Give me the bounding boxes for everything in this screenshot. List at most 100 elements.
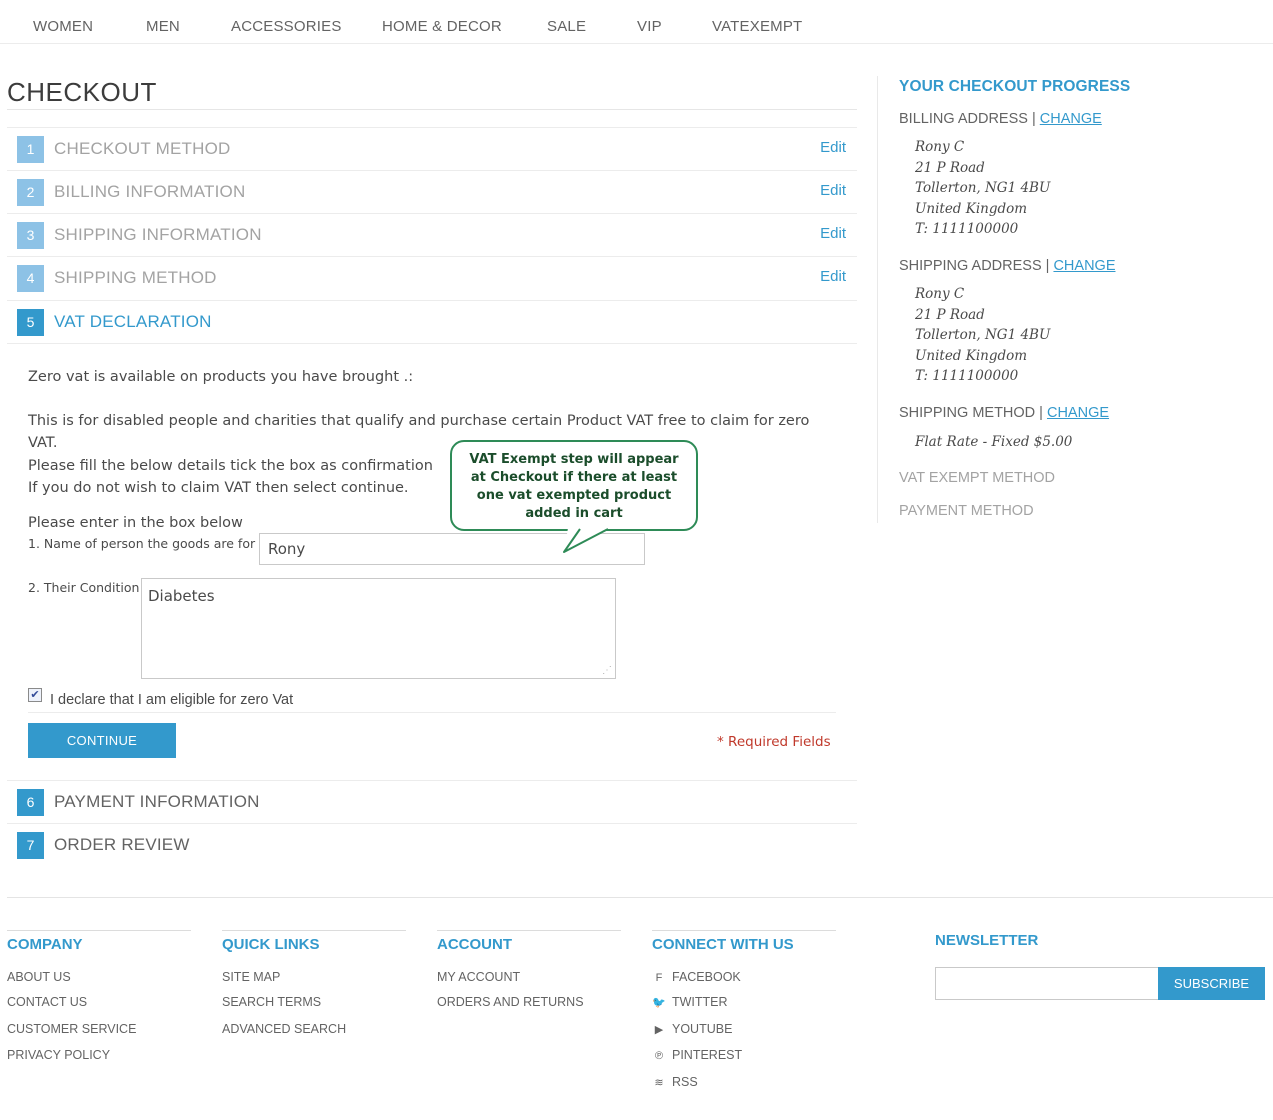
change-shipping-address-link[interactable]: CHANGE: [1053, 258, 1115, 274]
step-label: BILLING INFORMATION: [54, 182, 246, 201]
vat-exempt-callout: VAT Exempt step will appear at Checkout …: [450, 440, 698, 531]
step-shipping-information[interactable]: 3 SHIPPING INFORMATION Edit: [7, 213, 857, 256]
checkout-progress-title: YOUR CHECKOUT PROGRESS: [899, 78, 1131, 95]
sidebar-divider: [877, 76, 878, 523]
footer-account-title: ACCOUNT: [437, 936, 512, 953]
social-label: YOUTUBE: [672, 1022, 733, 1036]
payment-method-heading: PAYMENT METHOD: [899, 503, 1034, 519]
shipping-address-block: Rony C 21 P Road Tollerton, NG1 4BU Unit…: [915, 284, 1050, 387]
name-field-label: 1. Name of person the goods are for: [28, 536, 256, 551]
social-label: PINTEREST: [672, 1048, 743, 1062]
footer-link-privacy-policy[interactable]: PRIVACY POLICY: [7, 1048, 110, 1062]
address-line: United Kingdom: [915, 200, 1028, 217]
declare-checkbox-label: I declare that I am eligible for zero Va…: [50, 692, 294, 708]
section-divider: [7, 343, 857, 344]
step-payment-information: 6 PAYMENT INFORMATION: [7, 780, 857, 823]
step-number: 2: [17, 179, 44, 206]
social-label: RSS: [672, 1075, 698, 1089]
nav-men[interactable]: MEN: [146, 18, 180, 35]
billing-address-block: Rony C 21 P Road Tollerton, NG1 4BU Unit…: [915, 137, 1050, 240]
footer-link-orders-returns[interactable]: ORDERS AND RETURNS: [437, 995, 584, 1009]
change-shipping-method-link[interactable]: CHANGE: [1047, 405, 1109, 421]
footer-link-youtube[interactable]: ▶ YOUTUBE: [652, 1022, 733, 1036]
step-order-review: 7 ORDER REVIEW: [7, 823, 857, 866]
nav-vip[interactable]: VIP: [637, 18, 662, 35]
step-label: ORDER REVIEW: [54, 835, 190, 854]
shipping-address-heading: SHIPPING ADDRESS | CHANGE: [899, 258, 1116, 274]
step-number: 3: [17, 222, 44, 249]
column-rule: [222, 930, 406, 931]
heading-separator: |: [1027, 111, 1040, 127]
nav-sale[interactable]: SALE: [547, 18, 586, 35]
footer-link-facebook[interactable]: f FACEBOOK: [652, 970, 741, 984]
edit-shipping-information-link[interactable]: Edit: [820, 225, 846, 242]
declare-checkbox[interactable]: ✔: [28, 688, 42, 702]
edit-billing-information-link[interactable]: Edit: [820, 182, 846, 199]
edit-shipping-method-link[interactable]: Edit: [820, 268, 846, 285]
top-navigation: WOMEN MEN ACCESSORIES HOME & DECOR SALE …: [0, 0, 1273, 44]
page-title: CHECKOUT: [7, 77, 157, 107]
footer-link-pinterest[interactable]: ℗ PINTEREST: [652, 1048, 742, 1062]
footer-link-about-us[interactable]: ABOUT US: [7, 970, 71, 984]
step-label: VAT DECLARATION: [54, 312, 212, 331]
footer-link-my-account[interactable]: MY ACCOUNT: [437, 970, 520, 984]
footer-link-contact-us[interactable]: CONTACT US: [7, 995, 87, 1009]
footer-link-rss[interactable]: ≋ RSS: [652, 1075, 698, 1089]
step-number: 6: [17, 789, 44, 816]
vat-continue-note: If you do not wish to claim VAT then sel…: [28, 480, 409, 496]
continue-button[interactable]: CONTINUE: [28, 723, 176, 758]
callout-line: one vat exempted product: [476, 488, 672, 503]
title-divider: [7, 109, 857, 110]
newsletter-email-input[interactable]: [935, 967, 1159, 1000]
address-line: Rony C: [915, 286, 965, 302]
social-label: FACEBOOK: [672, 970, 741, 984]
footer-link-search-terms[interactable]: SEARCH TERMS: [222, 995, 321, 1009]
footer-link-advanced-search[interactable]: ADVANCED SEARCH: [222, 1022, 346, 1036]
callout-line: at Checkout if there at least: [470, 470, 678, 485]
nav-home-decor[interactable]: HOME & DECOR: [382, 18, 502, 35]
change-billing-address-link[interactable]: CHANGE: [1040, 111, 1102, 127]
social-label: TWITTER: [672, 995, 728, 1009]
footer-divider: [7, 897, 1273, 898]
step-shipping-method[interactable]: 4 SHIPPING METHOD Edit: [7, 256, 857, 299]
nav-vatexempt[interactable]: VATEXEMPT: [712, 18, 802, 35]
required-fields-note: * Required Fields: [717, 734, 831, 750]
vat-description-text: This is for disabled people and charitie…: [28, 413, 810, 451]
address-line: Tollerton, NG1 4BU: [915, 180, 1051, 196]
step-checkout-method[interactable]: 1 CHECKOUT METHOD Edit: [7, 127, 857, 170]
nav-women[interactable]: WOMEN: [33, 18, 93, 35]
twitter-icon: 🐦: [652, 997, 666, 1009]
facebook-icon: f: [655, 972, 663, 984]
edit-checkout-method-link[interactable]: Edit: [820, 139, 846, 156]
callout-line: added in cart: [525, 506, 623, 521]
footer-link-site-map[interactable]: SITE MAP: [222, 970, 280, 984]
column-rule: [437, 930, 621, 931]
callout-line: VAT Exempt step will appear: [469, 452, 679, 467]
step-label: SHIPPING METHOD: [54, 268, 217, 287]
step-billing-information[interactable]: 2 BILLING INFORMATION Edit: [7, 170, 857, 213]
step-vat-declaration: 5 VAT DECLARATION: [7, 300, 857, 343]
step-number: 1: [17, 136, 44, 163]
step-label: SHIPPING INFORMATION: [54, 225, 262, 244]
nav-accessories[interactable]: ACCESSORIES: [231, 18, 342, 35]
rss-icon: ≋: [654, 1077, 664, 1089]
address-line: 21 P Road: [915, 306, 985, 323]
step-label: PAYMENT INFORMATION: [54, 792, 260, 811]
footer-link-customer-service[interactable]: CUSTOMER SERVICE: [7, 1022, 136, 1036]
declaration-divider: [28, 712, 836, 713]
vat-instruction-text: Please fill the below details tick the b…: [28, 458, 433, 474]
address-line: United Kingdom: [915, 347, 1028, 364]
heading-separator: |: [1035, 405, 1047, 421]
footer-quick-links-title: QUICK LINKS: [222, 936, 320, 953]
subscribe-button[interactable]: SUBSCRIBE: [1158, 967, 1265, 1000]
step-number: 4: [17, 265, 44, 292]
shipping-method-label: SHIPPING METHOD: [899, 405, 1036, 421]
footer-link-twitter[interactable]: 🐦 TWITTER: [652, 995, 728, 1009]
billing-address-heading: BILLING ADDRESS | CHANGE: [899, 111, 1102, 127]
step-number: 7: [17, 832, 44, 859]
column-rule: [652, 930, 836, 931]
footer-connect-title: CONNECT WITH US: [652, 936, 794, 953]
shipping-address-label: SHIPPING ADDRESS: [899, 258, 1042, 274]
condition-textarea[interactable]: Diabetes: [141, 578, 616, 679]
resize-grip-icon[interactable]: ⋰: [602, 665, 612, 676]
